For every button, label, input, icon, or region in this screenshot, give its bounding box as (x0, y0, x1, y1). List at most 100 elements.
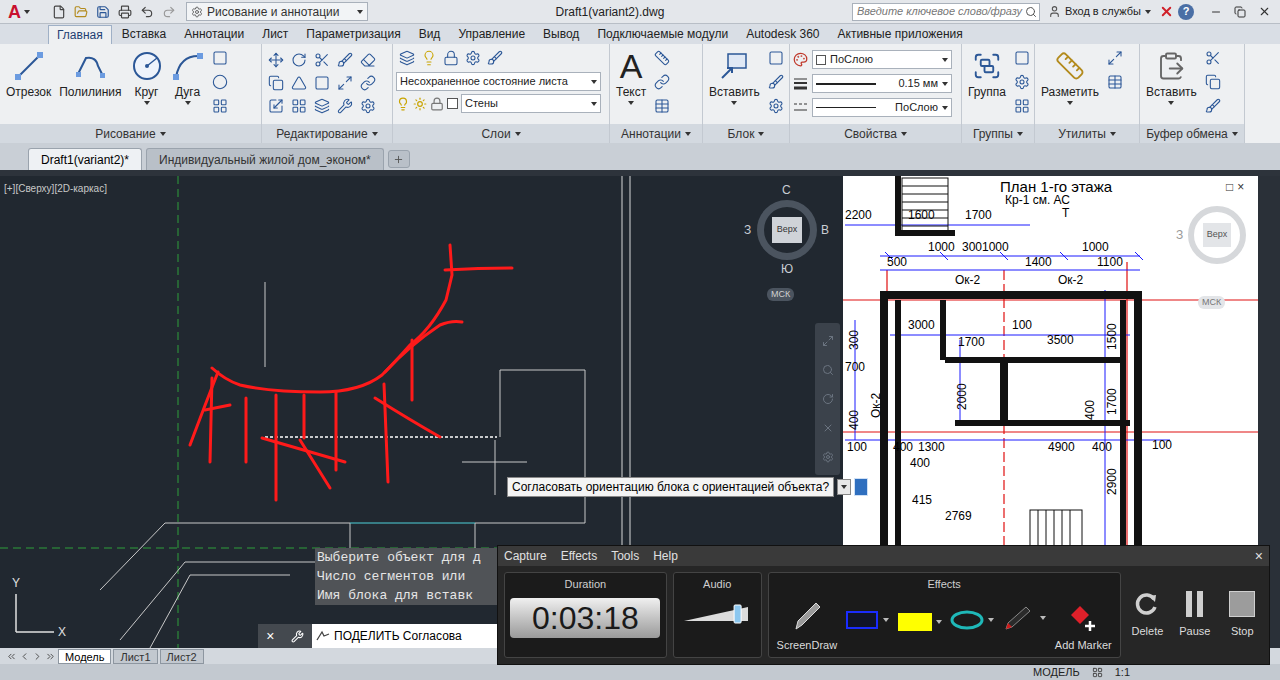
panel-title[interactable]: Рисование (0, 124, 261, 143)
line-button[interactable]: Отрезок (3, 47, 54, 99)
application-menu-button[interactable]: A (4, 2, 44, 22)
screendraw-button[interactable]: ScreenDraw (777, 599, 838, 654)
group-edit-button[interactable] (1011, 71, 1033, 93)
layer-lock-button[interactable] (440, 47, 462, 69)
ribbon-tab[interactable]: Вывод (535, 25, 587, 44)
color-dropdown[interactable]: ПоСлою (812, 50, 952, 69)
pen-tool[interactable] (1002, 605, 1046, 653)
new-tab-button[interactable] (388, 150, 410, 168)
lineweight-dropdown[interactable]: 0.15 мм (812, 74, 952, 93)
rectangle-button[interactable] (209, 47, 231, 69)
layout-tab[interactable]: Лист2 (160, 649, 204, 664)
ribbon-tab[interactable]: Активные приложения (830, 25, 971, 44)
ribbon-tab[interactable]: Лист (254, 25, 296, 44)
wrench-icon[interactable] (291, 630, 304, 643)
tooltip-dropdown-button[interactable] (837, 479, 851, 495)
ribbon-tab[interactable]: Параметризация (298, 25, 408, 44)
create-block-button[interactable] (765, 47, 787, 69)
ribbon-tab[interactable]: Вставка (114, 25, 175, 44)
layer-properties-button[interactable] (396, 47, 418, 69)
rectangle-tool[interactable] (845, 609, 889, 653)
audio-level-slider[interactable] (682, 603, 752, 625)
paste-button[interactable]: Вставить (1143, 47, 1200, 107)
ungroup-button[interactable] (1011, 47, 1033, 69)
block-attributes-button[interactable] (765, 95, 787, 117)
file-tab[interactable]: Draft1(variant2)* (28, 148, 142, 170)
table-button[interactable] (651, 95, 673, 117)
panel-title[interactable]: Редактирование (262, 124, 392, 143)
print-icon[interactable] (118, 5, 132, 19)
modify-settings-button[interactable] (357, 95, 379, 117)
dimension-button[interactable] (651, 47, 673, 69)
array-button[interactable] (288, 95, 310, 117)
ribbon-tab[interactable]: Аннотации (176, 25, 252, 44)
first-layout-icon[interactable] (6, 651, 17, 662)
insert-block-button[interactable]: Вставить (706, 47, 763, 107)
group-select-button[interactable] (1011, 95, 1033, 117)
save-icon[interactable] (96, 5, 110, 19)
last-layout-icon[interactable] (45, 651, 56, 662)
circle-button[interactable]: Круг (127, 47, 167, 107)
panel-title[interactable]: Свойства (790, 124, 961, 143)
minimize-button[interactable] (1204, 3, 1228, 21)
move-button[interactable] (265, 49, 287, 71)
copy-clip-button[interactable] (1202, 71, 1224, 93)
explode-button[interactable] (334, 95, 356, 117)
search-field[interactable]: Введите ключевое слово/фразу (852, 3, 1040, 21)
ribbon-tab[interactable]: Вид (411, 25, 449, 44)
lock-icon[interactable] (430, 97, 444, 111)
layer-dropdown[interactable]: Стены (461, 94, 601, 113)
previous-layout-icon[interactable] (19, 651, 30, 662)
layer-match-button[interactable] (484, 47, 506, 69)
add-marker-button[interactable]: Add Marker (1055, 603, 1112, 654)
exchange-icon[interactable] (1159, 4, 1174, 19)
viewport-control[interactable]: □ (1226, 180, 1233, 194)
tooltip-options-icon[interactable] (854, 478, 868, 496)
panel-title[interactable]: Буфер обмена (1140, 124, 1244, 143)
navbar-settings-icon[interactable] (822, 451, 834, 463)
measure-button[interactable]: Разметить (1038, 47, 1102, 107)
copy-button[interactable] (265, 72, 287, 94)
recorder-menu-item[interactable]: Effects (561, 547, 597, 565)
ucs-menu-button[interactable]: МСК (767, 288, 794, 301)
close-button[interactable] (1252, 3, 1276, 21)
next-layout-icon[interactable] (32, 651, 43, 662)
close-command-line-button[interactable]: × (266, 628, 274, 644)
annotation-scale[interactable]: 1:1 (1115, 665, 1130, 679)
viewcube-face[interactable]: Верх (772, 217, 802, 243)
scale-button[interactable] (265, 95, 287, 117)
recorder-menu-item[interactable]: Capture (504, 547, 547, 565)
recorder-close-button[interactable]: × (1255, 548, 1263, 564)
panel-title[interactable]: Группы (962, 124, 1034, 143)
close-navbar-icon[interactable] (822, 422, 834, 434)
recorder-menu-item[interactable]: Tools (611, 547, 639, 565)
file-tab[interactable]: Индивидуальный жилой дом_эконом* (146, 148, 384, 170)
edit-block-button[interactable] (765, 71, 787, 93)
layer-color-swatch[interactable] (447, 98, 458, 109)
ellipse-tool[interactable] (950, 609, 994, 653)
viewcube-west[interactable]: З (744, 223, 751, 237)
group-button[interactable]: Группа (965, 47, 1009, 99)
erase-button[interactable] (357, 49, 379, 71)
redo-icon[interactable] (162, 5, 176, 19)
viewcube-south[interactable]: Ю (781, 262, 793, 276)
viewcube-north[interactable]: С (782, 183, 791, 197)
rotate-button[interactable] (288, 49, 310, 71)
viewcube-west[interactable]: З (1176, 228, 1183, 242)
layout-tab[interactable]: Модель (58, 649, 111, 664)
hatch-button[interactable] (209, 95, 231, 117)
viewcube-east[interactable]: В (821, 223, 829, 237)
panel-title[interactable]: Утилиты (1035, 124, 1139, 143)
ribbon-tab[interactable]: Главная (48, 25, 112, 44)
fillet-button[interactable] (311, 72, 333, 94)
layer-off-button[interactable] (418, 47, 440, 69)
panel-title[interactable]: Блок (703, 124, 789, 143)
workspace-dropdown[interactable]: Рисование и аннотации (186, 2, 368, 21)
help-button[interactable]: ? (1178, 4, 1194, 20)
sign-in-button[interactable]: Вход в службы (1044, 3, 1155, 20)
undo-icon[interactable] (140, 5, 154, 19)
lightbulb-icon[interactable] (396, 97, 410, 111)
zoom-icon[interactable] (822, 364, 834, 376)
offset-button[interactable] (311, 95, 333, 117)
calculator-button[interactable] (1104, 71, 1126, 93)
